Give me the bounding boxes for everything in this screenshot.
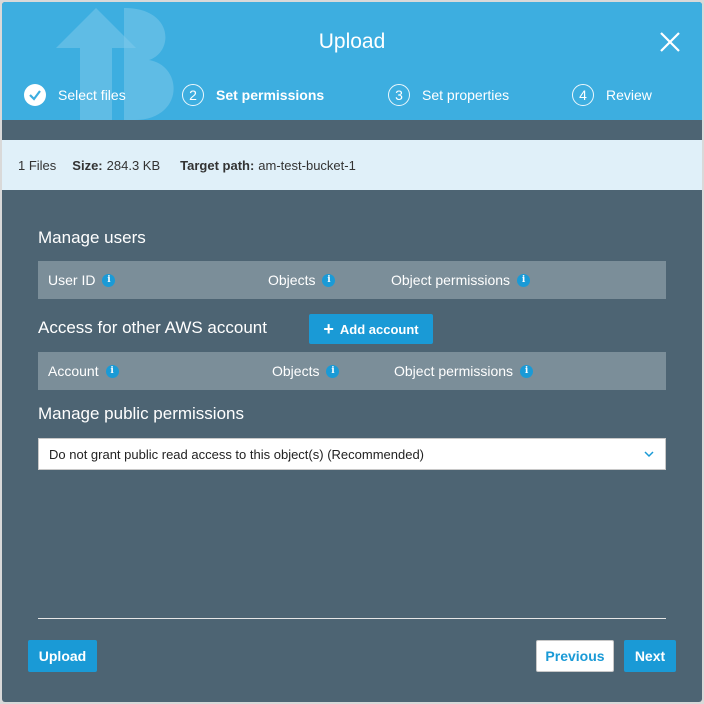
step-select-files[interactable]: Select files bbox=[24, 82, 126, 108]
upload-summary-bar: 1 Files Size: 284.3 KB Target path: am-t… bbox=[2, 140, 702, 190]
public-permissions-select[interactable]: Do not grant public read access to this … bbox=[38, 438, 666, 470]
plus-icon: + bbox=[323, 319, 334, 339]
info-icon[interactable]: i bbox=[517, 273, 531, 287]
footer-divider bbox=[38, 618, 666, 619]
column-objects: Objects i bbox=[268, 261, 336, 299]
chevron-down-icon bbox=[644, 451, 654, 458]
step-label: Set properties bbox=[422, 87, 510, 103]
target-path-value: am-test-bucket-1 bbox=[258, 157, 356, 173]
next-button[interactable]: Next bbox=[624, 640, 676, 672]
other-accounts-table-header: Account i Objects i Object permissions i bbox=[38, 352, 666, 390]
info-icon[interactable]: i bbox=[105, 364, 119, 378]
other-accounts-title: Access for other AWS account bbox=[38, 318, 267, 337]
column-objects: Objects i bbox=[272, 352, 340, 390]
step-set-permissions[interactable]: 2 Set permissions bbox=[182, 82, 324, 108]
column-object-permissions: Object permissions i bbox=[391, 261, 531, 299]
dialog-header: Upload Select files 2 Set permissions 3 … bbox=[2, 2, 702, 120]
step-number: 4 bbox=[572, 84, 594, 106]
file-count: 1 Files bbox=[18, 157, 57, 173]
public-permissions-title: Manage public permissions bbox=[38, 404, 244, 423]
step-number: 3 bbox=[388, 84, 410, 106]
size-label: Size: bbox=[72, 157, 103, 173]
dialog-title: Upload bbox=[318, 30, 386, 53]
step-review[interactable]: 4 Review bbox=[572, 82, 652, 108]
info-icon[interactable]: i bbox=[322, 273, 336, 287]
info-icon[interactable]: i bbox=[520, 364, 534, 378]
step-number: 2 bbox=[182, 84, 204, 106]
step-label: Review bbox=[606, 87, 652, 103]
upload-dialog: Upload Select files 2 Set permissions 3 … bbox=[2, 2, 702, 702]
column-object-permissions: Object permissions i bbox=[394, 352, 534, 390]
step-set-properties[interactable]: 3 Set properties bbox=[388, 82, 509, 108]
column-account: Account i bbox=[48, 352, 119, 390]
info-icon[interactable]: i bbox=[102, 273, 116, 287]
selected-option: Do not grant public read access to this … bbox=[49, 446, 425, 462]
size-value: 284.3 KB bbox=[106, 157, 161, 173]
add-account-button[interactable]: + Add account bbox=[309, 314, 433, 344]
close-icon[interactable] bbox=[658, 30, 682, 54]
manage-users-title: Manage users bbox=[38, 228, 146, 247]
checkmark-icon bbox=[24, 84, 46, 106]
upload-button[interactable]: Upload bbox=[28, 640, 97, 672]
step-label: Select files bbox=[58, 87, 126, 103]
info-icon[interactable]: i bbox=[326, 364, 340, 378]
step-label: Set permissions bbox=[216, 87, 325, 103]
add-account-label: Add account bbox=[339, 321, 419, 337]
column-user-id: User ID i bbox=[48, 261, 116, 299]
target-path-label: Target path: bbox=[180, 157, 255, 173]
previous-button[interactable]: Previous bbox=[536, 640, 614, 672]
manage-users-table-header: User ID i Objects i Object permissions i bbox=[38, 261, 666, 299]
